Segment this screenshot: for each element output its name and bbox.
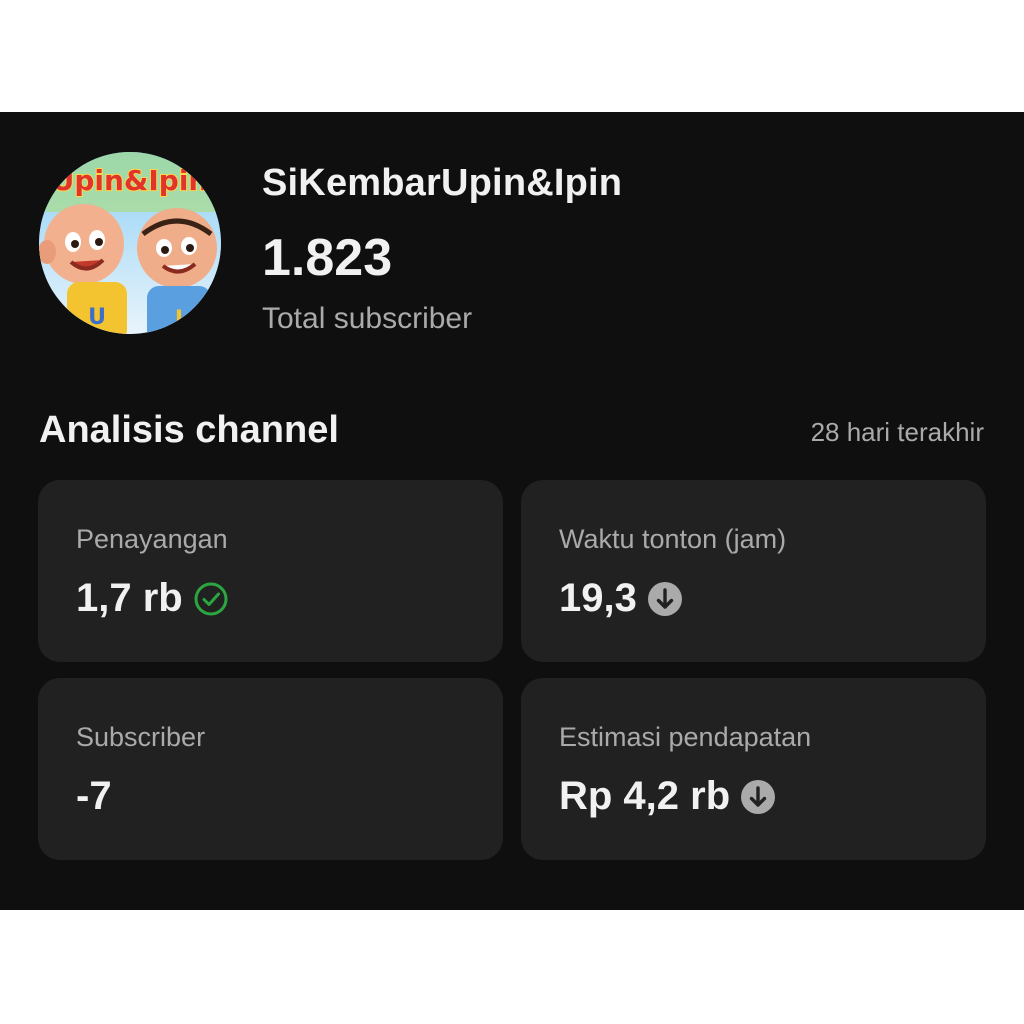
arrow-down-circle-icon <box>740 779 776 815</box>
metric-label: Penayangan <box>76 524 228 554</box>
svg-text:Upin&Ipin: Upin&Ipin <box>52 164 209 197</box>
metric-value: -7 <box>76 774 112 818</box>
metric-card-views[interactable]: Penayangan 1,7 rb <box>38 480 503 662</box>
metric-label: Waktu tonton (jam) <box>559 524 787 554</box>
subscriber-caption: Total subscriber <box>262 302 473 335</box>
metric-value-row: 1,7 rb <box>76 576 229 621</box>
channel-analytics-panel: Upin&Ipin U I SiKembarUpin&Ipin 1.823 To… <box>0 112 1024 910</box>
analytics-period-label[interactable]: 28 hari terakhir <box>811 417 984 448</box>
metric-value: Rp 4,2 rb <box>559 774 731 818</box>
channel-avatar[interactable]: Upin&Ipin U I <box>39 152 221 334</box>
top-white-margin <box>0 0 1024 112</box>
svg-text:I: I <box>175 307 183 332</box>
subscriber-count: 1.823 <box>262 229 393 287</box>
metric-card-subscribers[interactable]: Subscriber -7 <box>38 678 503 860</box>
metric-value: 1,7 rb <box>76 576 183 620</box>
metric-card-revenue[interactable]: Estimasi pendapatan Rp 4,2 rb <box>521 678 986 860</box>
metric-label: Estimasi pendapatan <box>559 722 812 752</box>
metric-value: 19,3 <box>559 576 637 620</box>
svg-text:U: U <box>88 305 106 330</box>
metric-card-watch-time[interactable]: Waktu tonton (jam) 19,3 <box>521 480 986 662</box>
metric-value-row: Rp 4,2 rb <box>559 774 776 819</box>
bottom-white-margin <box>0 910 1024 1024</box>
metric-label: Subscriber <box>76 722 206 752</box>
arrow-down-circle-icon <box>647 581 683 617</box>
metric-value-row: -7 <box>76 774 112 819</box>
analytics-section-title: Analisis channel <box>39 409 339 451</box>
channel-name[interactable]: SiKembarUpin&Ipin <box>262 162 622 205</box>
avatar-illustration: Upin&Ipin U I <box>39 152 221 334</box>
check-circle-icon <box>193 581 229 617</box>
metric-value-row: 19,3 <box>559 576 683 621</box>
